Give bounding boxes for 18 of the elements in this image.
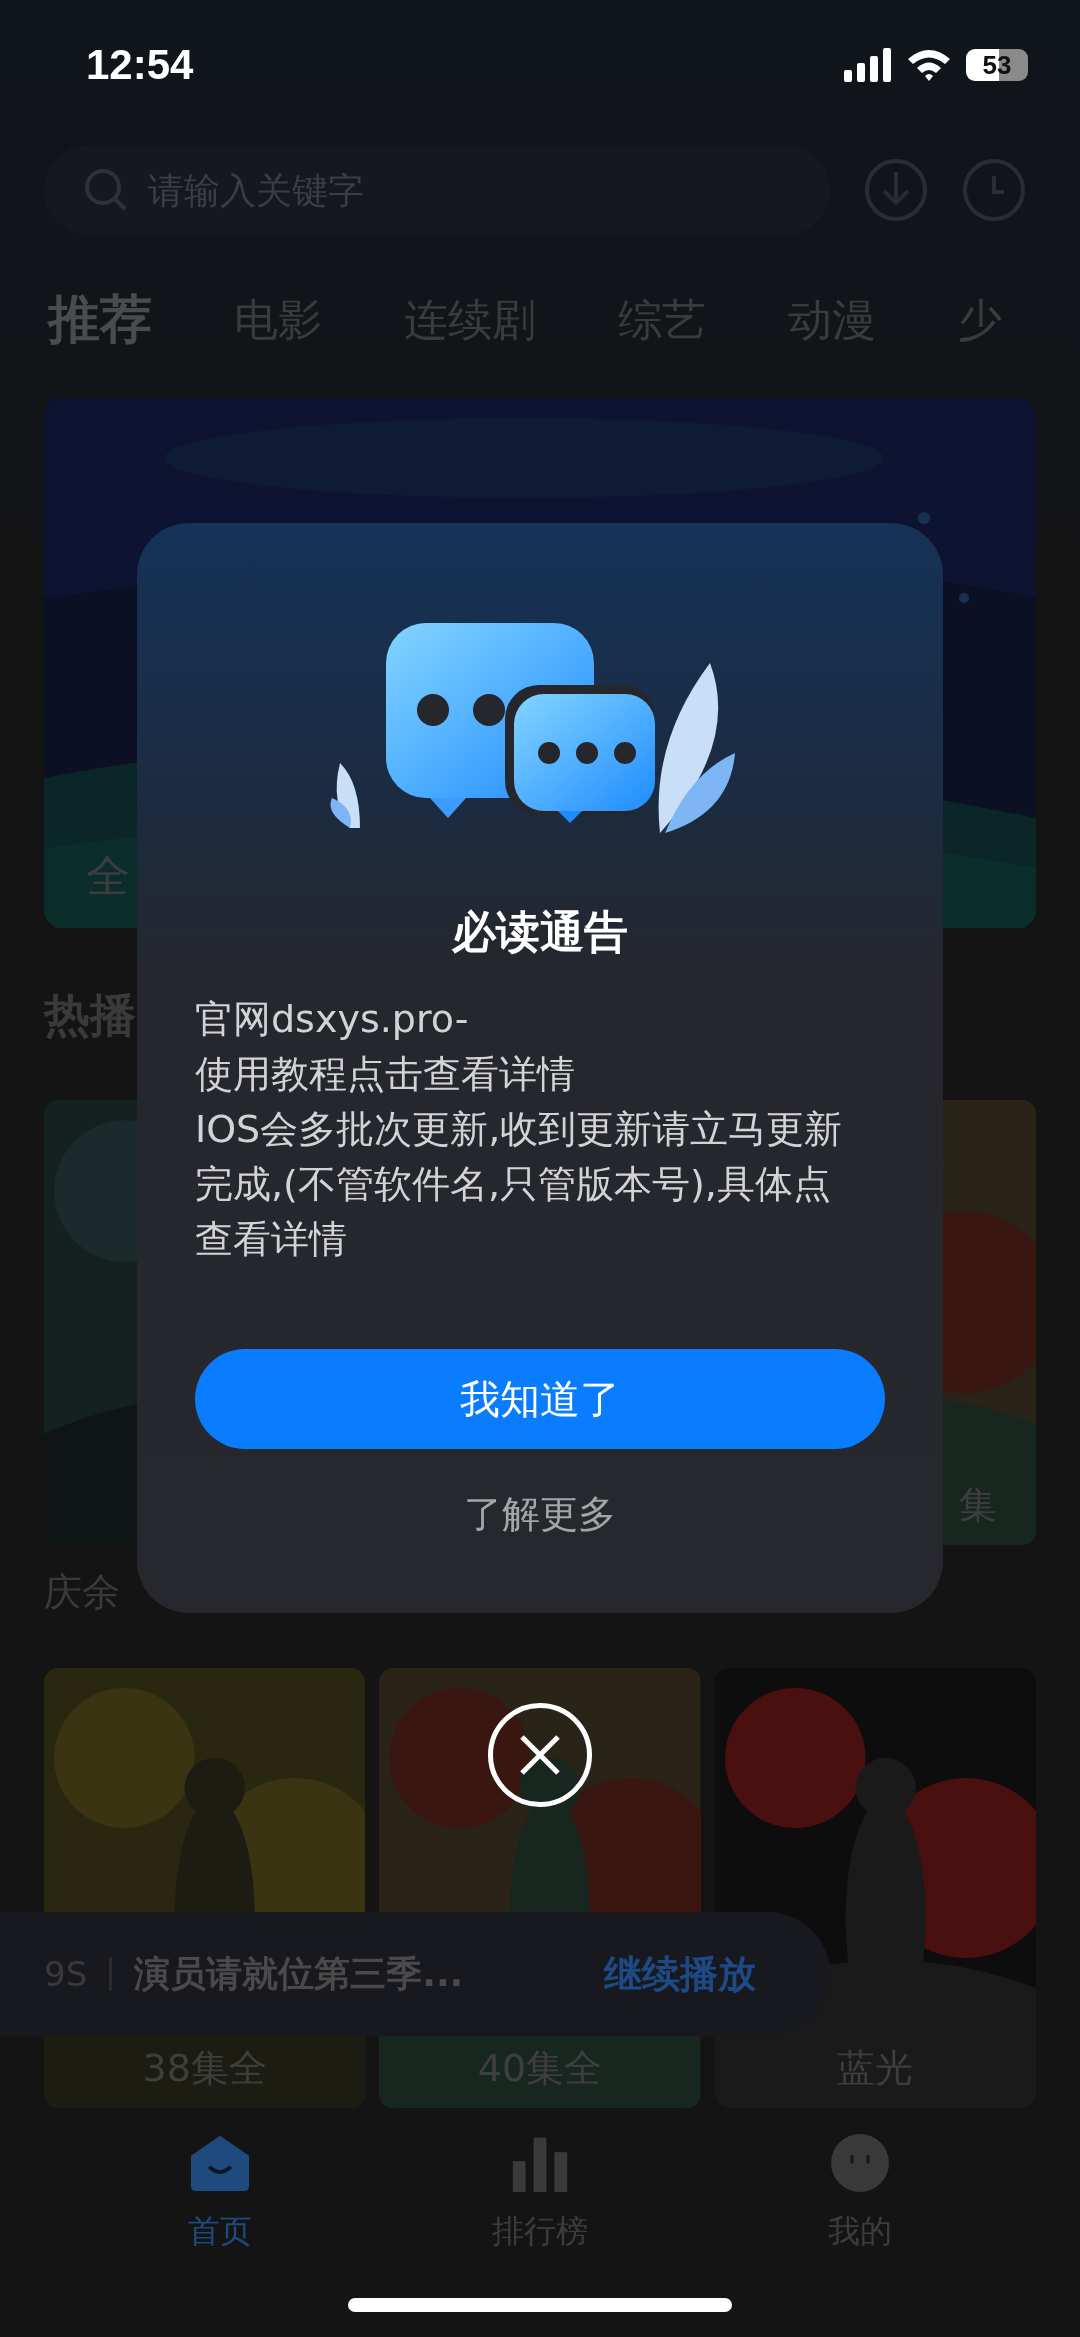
- notice-text: 官网dsxys.pro-: [195, 996, 470, 1043]
- clock-icon[interactable]: [962, 158, 1026, 222]
- notice-text: IOS会多批次更新,收到更新请立马更新完成,(不管软件名,只管版本号),具体点查看详情: [195, 1106, 844, 1263]
- close-button[interactable]: [488, 1703, 592, 1807]
- download-icon[interactable]: [864, 158, 928, 222]
- nav-tab[interactable]: 首页: [120, 2134, 320, 2254]
- search-icon: [84, 168, 128, 212]
- continue-button[interactable]: 继续播放: [604, 1948, 757, 2000]
- notice-text: 使用教程点击查看详情: [195, 1051, 576, 1098]
- status-time: 12:54: [86, 41, 194, 89]
- dialog-title: 必读通告: [452, 905, 628, 959]
- acknowledge-button[interactable]: 我知道了: [195, 1349, 885, 1449]
- category-tab[interactable]: 推荐: [48, 285, 152, 355]
- close-icon: [518, 1733, 562, 1777]
- wifi-icon: [906, 48, 952, 82]
- signal-icon: [844, 48, 892, 82]
- learn-more-link[interactable]: 了解更多: [444, 1479, 636, 1550]
- battery-icon: 53: [966, 49, 1028, 81]
